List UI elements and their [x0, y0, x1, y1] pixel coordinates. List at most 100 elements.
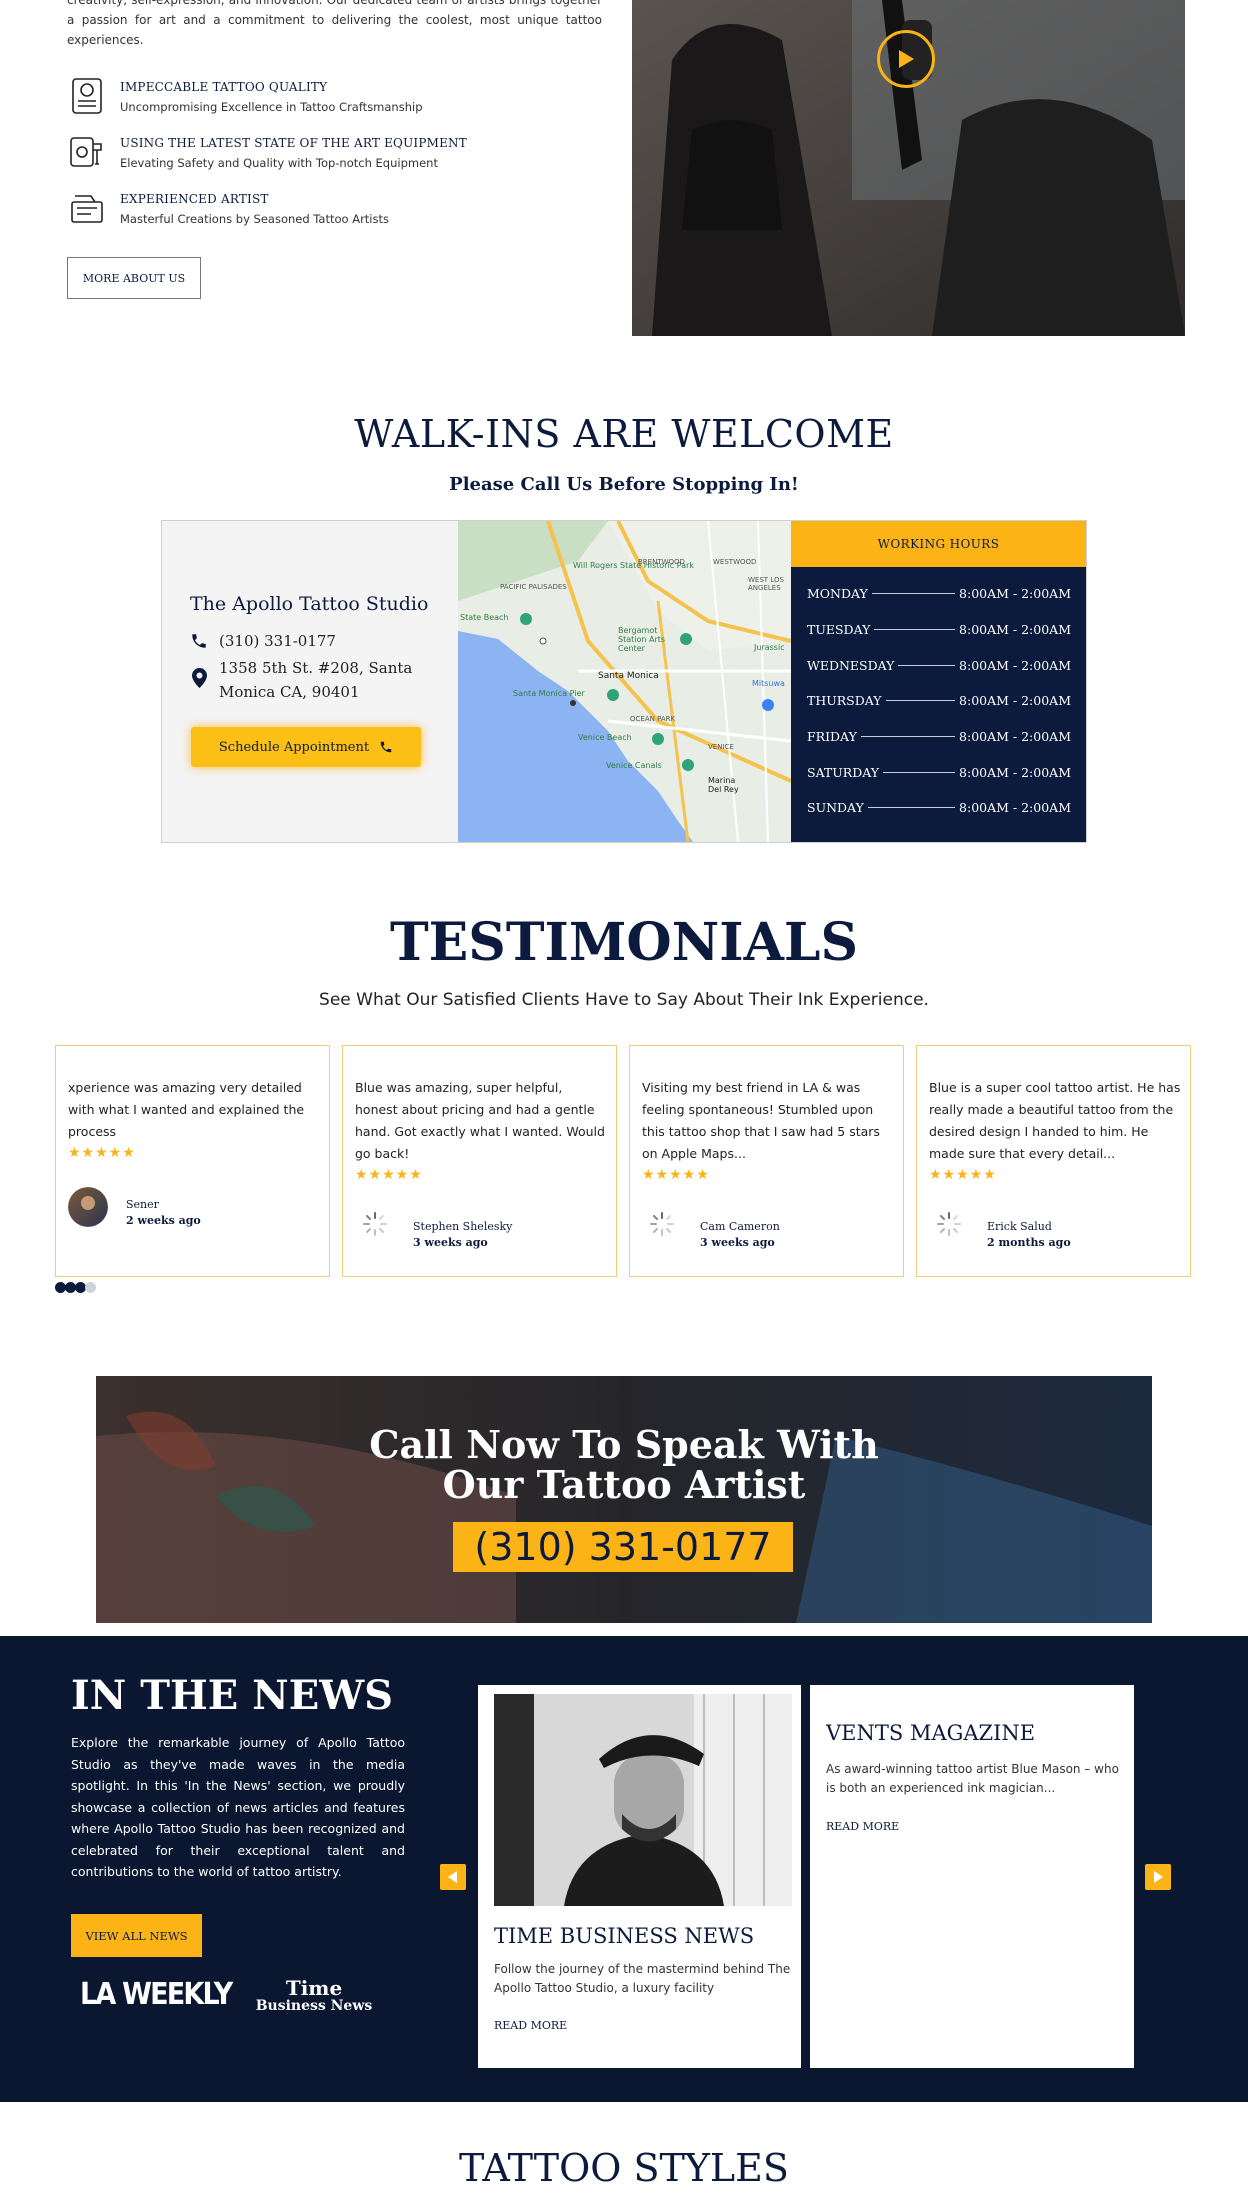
review-age: 2 weeks ago: [126, 1214, 201, 1227]
divider: [860, 735, 956, 737]
map-label: BRENTWOOD: [638, 558, 685, 566]
time: 8:00AM - 2:00AM: [959, 621, 1071, 637]
schedule-label: Schedule Appointment: [218, 739, 370, 755]
working-hours-title: WORKING HOURS: [791, 521, 1086, 567]
news-card-excerpt: Follow the journey of the mastermind beh…: [494, 1962, 791, 1995]
map-label: OCEAN PARK: [630, 715, 676, 723]
feature-title: IMPECCABLE TATTOO QUALITY: [120, 80, 328, 94]
more-about-us-button[interactable]: MORE ABOUT US: [67, 257, 201, 299]
testimonial-text: Visiting my best friend in LA & was feel…: [642, 1080, 880, 1161]
time: 8:00AM - 2:00AM: [959, 657, 1071, 673]
news-card-excerpt: As award-winning tattoo artist Blue Maso…: [826, 1762, 1119, 1795]
day: WEDNESDAY: [807, 657, 895, 673]
reviewer-name: Stephen Shelesky: [413, 1220, 513, 1233]
call-heading-line-2: Our Tattoo Artist: [442, 1462, 806, 1507]
feature-subtitle: Uncompromising Excellence in Tattoo Craf…: [120, 100, 423, 114]
testimonials-heading: TESTIMONIALS: [389, 912, 859, 973]
testimonial-text: Blue was amazing, super helpful, honest …: [355, 1080, 605, 1161]
news-card-title: TIME BUSINESS NEWS: [494, 1924, 755, 1948]
map-label: Santa Monica Pier: [513, 689, 585, 698]
artist-icon: [71, 195, 103, 223]
map-label: Mitsuwa: [752, 679, 785, 688]
divider: [898, 664, 956, 666]
divider: [871, 592, 956, 594]
map-label: WESTWOOD: [713, 558, 757, 566]
logo-line-2: Business News: [255, 1998, 373, 2014]
call-heading: Call Now To Speak With Our Tattoo Artist: [96, 1425, 1152, 1505]
news-description: Explore the remarkable journey of Apollo…: [71, 1735, 405, 1879]
time: 8:00AM - 2:00AM: [959, 764, 1071, 780]
map-label: Venice Beach: [578, 733, 632, 742]
testimonial-card: Visiting my best friend in LA & was feel…: [629, 1045, 904, 1277]
map-label: Bergamot Station Arts Center: [618, 626, 666, 653]
time: 8:00AM - 2:00AM: [959, 799, 1071, 815]
arrow-left-icon: [448, 1871, 457, 1883]
feature-title: USING THE LATEST STATE OF THE ART EQUIPM…: [120, 136, 467, 150]
day: SATURDAY: [807, 764, 879, 780]
testimonial-card: Blue is a super cool tattoo artist. He h…: [916, 1045, 1191, 1277]
map-label: WEST LOS ANGELES: [748, 576, 784, 592]
view-all-news-button[interactable]: VIEW ALL NEWS: [71, 1914, 202, 1957]
divider: [867, 806, 956, 808]
studio-phone[interactable]: (310) 331-0177: [190, 630, 440, 652]
star-rating: ★★★★★: [355, 1167, 423, 1183]
call-heading-line-1: Call Now To Speak With: [369, 1422, 879, 1467]
studio-name: The Apollo Tattoo Studio: [190, 593, 429, 615]
working-hours-panel: WORKING HOURS MONDAY 8:00AM - 2:00AM TUES…: [791, 521, 1086, 842]
phone-text: (310) 331-0177: [219, 632, 336, 650]
day: SUNDAY: [807, 799, 864, 815]
phone-icon: [192, 634, 206, 648]
news-next-button[interactable]: [1145, 1864, 1171, 1890]
map-label: Santa Monica: [598, 671, 659, 681]
play-button[interactable]: [877, 30, 935, 88]
star-rating: ★★★★★: [642, 1167, 710, 1183]
testimonials-subheading: See What Our Satisfied Clients Have to S…: [319, 990, 929, 1010]
day: FRIDAY: [807, 728, 857, 744]
about-text: creativity, self-expression, and innovat…: [67, 0, 602, 47]
day: THURSDAY: [807, 692, 882, 708]
feature-subtitle: Masterful Creations by Seasoned Tattoo A…: [120, 212, 389, 226]
schedule-appointment-button[interactable]: Schedule Appointment: [191, 727, 421, 767]
arrow-right-icon: [1154, 1871, 1163, 1883]
carousel-dot[interactable]: [85, 1282, 96, 1293]
time: 8:00AM - 2:00AM: [959, 585, 1071, 601]
feature-title: EXPERIENCED ARTIST: [120, 192, 269, 206]
location-map[interactable]: Will Rogers State Historic Park BRENTWOO…: [458, 521, 791, 842]
walkins-subheading: Please Call Us Before Stopping In!: [449, 474, 799, 495]
star-rating: ★★★★★: [68, 1145, 136, 1161]
loading-spinner-icon: [363, 1212, 387, 1236]
testimonial-card: Blue was amazing, super helpful, honest …: [342, 1045, 617, 1277]
time: 8:00AM - 2:00AM: [959, 728, 1071, 744]
feature-quality: IMPECCABLE TATTOO QUALITY Uncompromising…: [67, 76, 627, 124]
testimonial-card: xperience was amazing very detailed with…: [55, 1045, 330, 1277]
news-card-image: [494, 1694, 792, 1906]
news-card[interactable]: TIME BUSINESS NEWS Follow the journey of…: [478, 1685, 801, 2068]
reviewer-name: Cam Cameron: [700, 1220, 780, 1233]
time-business-news-logo: Time Business News: [250, 1978, 378, 2014]
address-line-1: 1358 5th St. #208, Santa: [219, 659, 413, 677]
day: MONDAY: [807, 585, 868, 601]
la-weekly-logo: LA WEEKLY: [80, 1977, 233, 2012]
news-prev-button[interactable]: [440, 1864, 466, 1890]
review-age: 2 months ago: [987, 1236, 1071, 1249]
news-heading: IN THE NEWS: [71, 1672, 394, 1719]
about-video[interactable]: [632, 0, 1185, 336]
read-more-link[interactable]: READ MORE: [826, 1820, 899, 1833]
walkins-heading: WALK-INS ARE WELCOME: [354, 412, 894, 456]
reviewer-name: Sener: [126, 1198, 159, 1211]
loading-spinner-icon: [650, 1212, 674, 1236]
map-label: Marina Del Rey: [708, 776, 739, 794]
read-more-link[interactable]: READ MORE: [494, 2019, 567, 2032]
map-label: PACIFIC PALISADES: [500, 583, 567, 591]
studio-address: 1358 5th St. #208, Santa Monica CA, 90401: [190, 656, 440, 702]
time: 8:00AM - 2:00AM: [959, 692, 1071, 708]
divider: [883, 771, 956, 773]
hours-row: TUESDAY 8:00AM - 2:00AM: [807, 620, 1071, 638]
call-phone-button[interactable]: (310) 331-0177: [453, 1522, 793, 1572]
news-card[interactable]: VENTS MAGAZINE As award-winning tattoo a…: [810, 1685, 1134, 2068]
play-icon: [899, 50, 914, 68]
review-age: 3 weeks ago: [700, 1236, 775, 1249]
feature-equipment: USING THE LATEST STATE OF THE ART EQUIPM…: [67, 132, 627, 180]
tattoo-machine-icon: [70, 137, 102, 167]
hours-row: SUNDAY 8:00AM - 2:00AM: [807, 798, 1071, 816]
